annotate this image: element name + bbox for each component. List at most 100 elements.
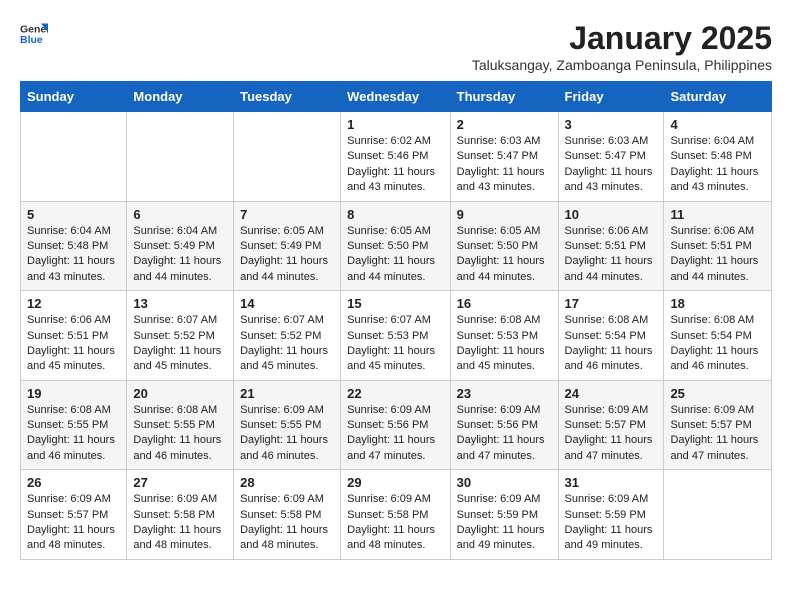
day-number: 26 [27,475,120,490]
day-number: 20 [133,386,227,401]
day-info: Sunrise: 6:06 AMSunset: 5:51 PMDaylight:… [670,224,765,286]
day-number: 18 [670,296,765,311]
day-number: 8 [347,207,444,222]
day-info: Sunrise: 6:09 AMSunset: 5:57 PMDaylight:… [670,403,765,465]
calendar-cell: 24 Sunrise: 6:09 AMSunset: 5:57 PMDayligh… [558,380,664,470]
day-info: Sunrise: 6:02 AMSunset: 5:46 PMDaylight:… [347,134,444,196]
calendar-cell: 13 Sunrise: 6:07 AMSunset: 5:52 PMDayligh… [127,291,234,381]
day-number: 24 [565,386,658,401]
day-number: 27 [133,475,227,490]
calendar-cell: 19 Sunrise: 6:08 AMSunset: 5:55 PMDayligh… [21,380,127,470]
calendar-cell: 16 Sunrise: 6:08 AMSunset: 5:53 PMDayligh… [450,291,558,381]
day-number: 13 [133,296,227,311]
calendar-cell: 21Sunrise: 6:09 AMSunset: 5:55 PMDayligh… [234,380,341,470]
day-info: Sunrise: 6:07 AMSunset: 5:52 PMDaylight:… [133,313,227,375]
svg-text:Blue: Blue [20,34,43,46]
day-number: 10 [565,207,658,222]
day-number: 11 [670,207,765,222]
day-info: Sunrise: 6:07 AMSunset: 5:53 PMDaylight:… [347,313,444,375]
day-info: Sunrise: 6:04 AMSunset: 5:48 PMDaylight:… [27,224,120,286]
calendar-cell: 20Sunrise: 6:08 AMSunset: 5:55 PMDayligh… [127,380,234,470]
day-number: 5 [27,207,120,222]
day-number: 1 [347,117,444,132]
day-number: 25 [670,386,765,401]
day-number: 6 [133,207,227,222]
calendar: SundayMondayTuesdayWednesdayThursdayFrid… [20,81,772,560]
calendar-cell: 14Sunrise: 6:07 AMSunset: 5:52 PMDayligh… [234,291,341,381]
logo-icon: General Blue [20,20,48,48]
calendar-cell: 7Sunrise: 6:05 AMSunset: 5:49 PMDaylight… [234,201,341,291]
weekday-header-tuesday: Tuesday [234,82,341,112]
calendar-cell: 30 Sunrise: 6:09 AMSunset: 5:59 PMDayligh… [450,470,558,560]
day-info: Sunrise: 6:05 AMSunset: 5:49 PMDaylight:… [240,224,334,286]
week-row-5: 26 Sunrise: 6:09 AMSunset: 5:57 PMDayligh… [21,470,772,560]
day-number: 9 [457,207,552,222]
week-row-3: 12Sunrise: 6:06 AMSunset: 5:51 PMDayligh… [21,291,772,381]
day-number: 16 [457,296,552,311]
calendar-cell: 26 Sunrise: 6:09 AMSunset: 5:57 PMDayligh… [21,470,127,560]
calendar-cell [127,112,234,202]
day-number: 14 [240,296,334,311]
day-number: 2 [457,117,552,132]
calendar-cell [664,470,772,560]
day-info: Sunrise: 6:09 AMSunset: 5:58 PMDaylight:… [240,492,334,554]
logo: General Blue [20,20,48,48]
day-number: 4 [670,117,765,132]
day-number: 31 [565,475,658,490]
weekday-header-saturday: Saturday [664,82,772,112]
header: General Blue January 2025 Taluksangay, Z… [20,20,772,73]
calendar-cell: 22Sunrise: 6:09 AMSunset: 5:56 PMDayligh… [341,380,451,470]
calendar-cell: 12Sunrise: 6:06 AMSunset: 5:51 PMDayligh… [21,291,127,381]
day-info: Sunrise: 6:05 AMSunset: 5:50 PMDaylight:… [457,224,552,286]
day-info: Sunrise: 6:06 AMSunset: 5:51 PMDaylight:… [565,224,658,286]
day-info: Sunrise: 6:08 AMSunset: 5:55 PMDaylight:… [27,403,120,465]
calendar-cell: 3 Sunrise: 6:03 AMSunset: 5:47 PMDaylight… [558,112,664,202]
day-number: 29 [347,475,444,490]
day-info: Sunrise: 6:09 AMSunset: 5:57 PMDaylight:… [565,403,658,465]
day-info: Sunrise: 6:08 AMSunset: 5:53 PMDaylight:… [457,313,552,375]
day-info: Sunrise: 6:09 AMSunset: 5:59 PMDaylight:… [457,492,552,554]
calendar-cell: 2 Sunrise: 6:03 AMSunset: 5:47 PMDaylight… [450,112,558,202]
calendar-cell: 17 Sunrise: 6:08 AMSunset: 5:54 PMDayligh… [558,291,664,381]
day-number: 30 [457,475,552,490]
subtitle: Taluksangay, Zamboanga Peninsula, Philip… [472,57,772,73]
day-number: 28 [240,475,334,490]
calendar-cell: 28 Sunrise: 6:09 AMSunset: 5:58 PMDayligh… [234,470,341,560]
calendar-cell: 25 Sunrise: 6:09 AMSunset: 5:57 PMDayligh… [664,380,772,470]
weekday-header-row: SundayMondayTuesdayWednesdayThursdayFrid… [21,82,772,112]
day-info: Sunrise: 6:04 AMSunset: 5:48 PMDaylight:… [670,134,765,196]
day-info: Sunrise: 6:09 AMSunset: 5:56 PMDaylight:… [347,403,444,465]
day-info: Sunrise: 6:09 AMSunset: 5:55 PMDaylight:… [240,403,334,465]
calendar-cell [21,112,127,202]
calendar-cell: 5 Sunrise: 6:04 AMSunset: 5:48 PMDaylight… [21,201,127,291]
calendar-cell: 27Sunrise: 6:09 AMSunset: 5:58 PMDayligh… [127,470,234,560]
weekday-header-sunday: Sunday [21,82,127,112]
calendar-cell: 11 Sunrise: 6:06 AMSunset: 5:51 PMDayligh… [664,201,772,291]
day-number: 23 [457,386,552,401]
week-row-1: 1 Sunrise: 6:02 AMSunset: 5:46 PMDaylight… [21,112,772,202]
day-info: Sunrise: 6:06 AMSunset: 5:51 PMDaylight:… [27,313,120,375]
day-info: Sunrise: 6:08 AMSunset: 5:54 PMDaylight:… [670,313,765,375]
day-number: 3 [565,117,658,132]
day-info: Sunrise: 6:09 AMSunset: 5:59 PMDaylight:… [565,492,658,554]
calendar-cell: 9 Sunrise: 6:05 AMSunset: 5:50 PMDaylight… [450,201,558,291]
calendar-cell: 18 Sunrise: 6:08 AMSunset: 5:54 PMDayligh… [664,291,772,381]
day-info: Sunrise: 6:08 AMSunset: 5:54 PMDaylight:… [565,313,658,375]
calendar-cell: 15 Sunrise: 6:07 AMSunset: 5:53 PMDayligh… [341,291,451,381]
week-row-2: 5 Sunrise: 6:04 AMSunset: 5:48 PMDaylight… [21,201,772,291]
calendar-cell: 8Sunrise: 6:05 AMSunset: 5:50 PMDaylight… [341,201,451,291]
title-area: January 2025 Taluksangay, Zamboanga Peni… [472,20,772,73]
day-info: Sunrise: 6:04 AMSunset: 5:49 PMDaylight:… [133,224,227,286]
weekday-header-wednesday: Wednesday [341,82,451,112]
day-info: Sunrise: 6:09 AMSunset: 5:57 PMDaylight:… [27,492,120,554]
day-number: 17 [565,296,658,311]
calendar-cell: 4 Sunrise: 6:04 AMSunset: 5:48 PMDaylight… [664,112,772,202]
day-info: Sunrise: 6:03 AMSunset: 5:47 PMDaylight:… [565,134,658,196]
calendar-cell: 29Sunrise: 6:09 AMSunset: 5:58 PMDayligh… [341,470,451,560]
day-number: 15 [347,296,444,311]
calendar-cell: 1 Sunrise: 6:02 AMSunset: 5:46 PMDaylight… [341,112,451,202]
day-number: 19 [27,386,120,401]
calendar-cell [234,112,341,202]
weekday-header-monday: Monday [127,82,234,112]
day-info: Sunrise: 6:03 AMSunset: 5:47 PMDaylight:… [457,134,552,196]
